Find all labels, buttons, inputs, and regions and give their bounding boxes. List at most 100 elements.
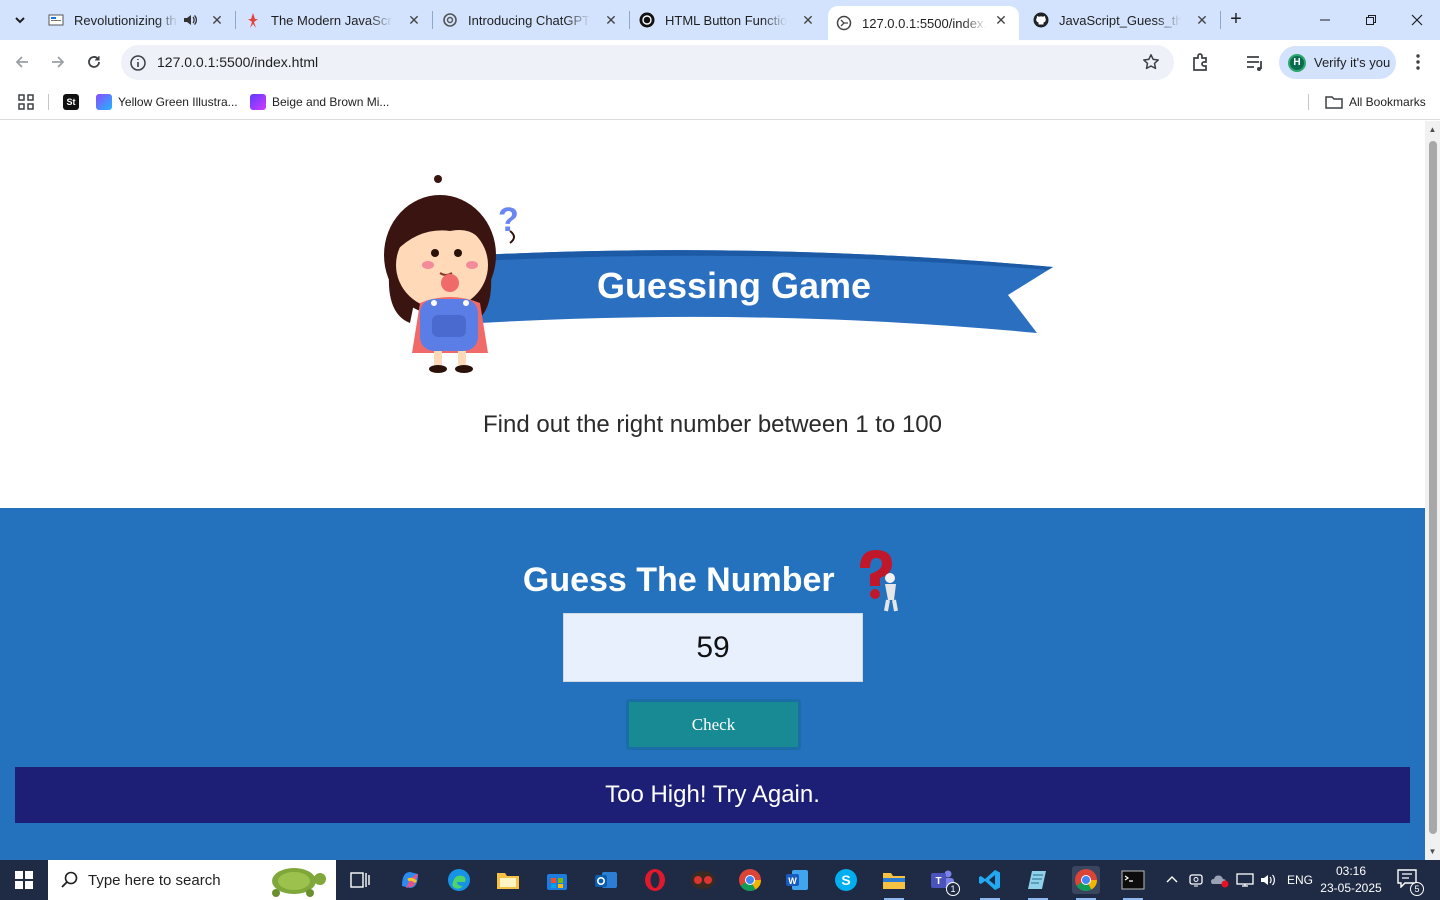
back-button[interactable] (8, 48, 36, 76)
chrome-button[interactable] (736, 866, 764, 894)
profile-verify-button[interactable]: H Verify it's you (1279, 46, 1396, 79)
word-button[interactable]: W (783, 866, 811, 894)
arrow-right-icon (52, 56, 65, 68)
guessing-game-banner: Guessing Game ? (384, 175, 1053, 373)
system-clock[interactable]: 03:16 23-05-2025 (1318, 863, 1384, 897)
file-explorer-folder-button[interactable] (494, 866, 522, 894)
outlook-button[interactable] (592, 866, 620, 894)
notepad-button[interactable] (1024, 866, 1052, 900)
forward-button[interactable] (44, 48, 72, 76)
skype-button[interactable]: S (832, 866, 860, 894)
scroll-down-arrow-icon[interactable]: ▼ (1428, 847, 1437, 856)
url-text[interactable]: 127.0.0.1:5500/index.html (157, 54, 318, 70)
task-view-button[interactable] (346, 866, 374, 894)
onedrive-offline-icon[interactable] (1210, 872, 1230, 888)
reload-icon (88, 56, 100, 68)
page-scrollbar[interactable]: ▲ ▼ (1425, 121, 1440, 860)
site-info-icon[interactable] (129, 54, 147, 72)
bookmark-studocu[interactable]: St (63, 92, 85, 112)
tab-modern-javascript[interactable]: The Modern JavaScript ✕ (237, 0, 433, 40)
chrome-icon (1075, 869, 1097, 891)
vscode-button[interactable] (976, 866, 1004, 900)
chevron-up-icon[interactable] (1166, 874, 1178, 886)
svg-text:W: W (788, 876, 797, 886)
edge-button[interactable] (445, 866, 473, 894)
notification-count-badge: 5 (1410, 882, 1424, 896)
tab-introducing-chatgpt[interactable]: Introducing ChatGPT | O ✕ (434, 0, 630, 40)
plus-icon: + (1230, 8, 1242, 30)
close-tab-icon[interactable]: ✕ (209, 12, 225, 28)
close-tab-icon[interactable]: ✕ (800, 12, 816, 28)
extensions-puzzle-icon[interactable] (1190, 51, 1212, 73)
copilot-button[interactable] (396, 866, 424, 894)
store-icon (547, 874, 567, 890)
close-tab-icon[interactable]: ✕ (406, 12, 422, 28)
new-tab-button[interactable]: + (1224, 8, 1248, 32)
address-bar[interactable]: 127.0.0.1:5500/index.html (121, 45, 1174, 80)
language-indicator[interactable]: ENG (1287, 873, 1313, 887)
bookmark-label: Yellow Green Illustra... (118, 95, 238, 109)
bookmark-divider (1308, 94, 1309, 110)
tab-title: The Modern JavaScript (271, 12, 393, 28)
camera-icon[interactable] (1188, 872, 1204, 888)
bookmark-star-icon[interactable] (1142, 53, 1160, 71)
start-button[interactable] (0, 860, 48, 900)
close-tab-icon[interactable]: ✕ (993, 12, 1009, 28)
openai-favicon-icon (442, 12, 458, 28)
chrome-active-button[interactable] (1072, 866, 1100, 900)
tab-html-button[interactable]: HTML Button Functiona ✕ (631, 0, 826, 40)
tab-active-localhost[interactable]: 127.0.0.1:5500/index.htm ✕ (828, 6, 1019, 40)
close-window-button[interactable] (1404, 8, 1430, 32)
guess-number-input[interactable] (563, 613, 863, 682)
bookmark-beige-brown[interactable]: Beige and Brown Mi... (250, 92, 389, 112)
game-title: Guess The Number (522, 560, 835, 599)
tab-title: JavaScript_Guess_the_R (1059, 12, 1181, 28)
network-icon[interactable] (1236, 872, 1254, 888)
verify-label: Verify it's you (1314, 55, 1391, 70)
close-tab-icon[interactable]: ✕ (603, 12, 619, 28)
microsoft-store-button[interactable] (543, 866, 571, 894)
arrow-left-icon (15, 56, 28, 68)
tab-revolutionizing[interactable]: Revolutionizing the ✕ (40, 0, 236, 40)
bookmark-divider (48, 94, 49, 110)
globe-favicon-icon (836, 15, 852, 31)
chrome-menu-button[interactable] (1408, 52, 1428, 72)
game-title-row: Guess The Number (0, 548, 1425, 612)
taskbar-search-box[interactable]: Type here to search (48, 860, 336, 900)
speaker-icon[interactable] (182, 12, 198, 31)
close-tab-icon[interactable]: ✕ (1194, 12, 1210, 28)
apps-grid-icon (18, 94, 34, 110)
studocu-icon: St (63, 94, 79, 110)
tab-github-repo[interactable]: JavaScript_Guess_the_R ✕ (1025, 0, 1221, 40)
edge-icon (448, 869, 470, 891)
minimize-button[interactable] (1312, 8, 1338, 32)
terminal-button[interactable] (1119, 866, 1147, 900)
search-placeholder: Type here to search (88, 871, 221, 889)
volume-icon[interactable] (1260, 872, 1278, 888)
tab-separator (1220, 11, 1221, 29)
clock-date: 23-05-2025 (1320, 881, 1382, 895)
media-controls-icon[interactable] (1244, 52, 1266, 74)
result-message: Too High! Try Again. (15, 767, 1410, 823)
svg-text:T: T (935, 876, 941, 887)
restore-button[interactable] (1358, 8, 1384, 32)
opera-button[interactable] (641, 866, 669, 894)
browser-toolbar: 127.0.0.1:5500/index.html H Verify it's … (0, 40, 1440, 84)
teams-button[interactable]: T 1 (928, 866, 960, 896)
restore-icon (1366, 15, 1376, 25)
game-app-button[interactable] (689, 866, 717, 894)
notification-center-button[interactable]: 5 (1396, 868, 1424, 896)
windows-taskbar: Type here to search W S T 1 ENG 03:16 23… (0, 860, 1440, 900)
scrollbar-thumb[interactable] (1429, 141, 1437, 834)
scroll-up-arrow-icon[interactable]: ▲ (1428, 125, 1437, 134)
file-explorer-button[interactable] (880, 866, 908, 900)
question-mark-icon: ? (498, 201, 519, 239)
tab-search-button[interactable] (6, 6, 34, 34)
bookmark-yellow-green[interactable]: Yellow Green Illustra... (96, 92, 238, 112)
notepad-icon (1028, 871, 1046, 889)
all-bookmarks-button[interactable]: All Bookmarks (1325, 92, 1426, 112)
reload-button[interactable] (80, 48, 108, 76)
chrome-icon (739, 869, 761, 891)
check-button[interactable]: Check (626, 699, 801, 750)
apps-button[interactable] (18, 92, 34, 112)
